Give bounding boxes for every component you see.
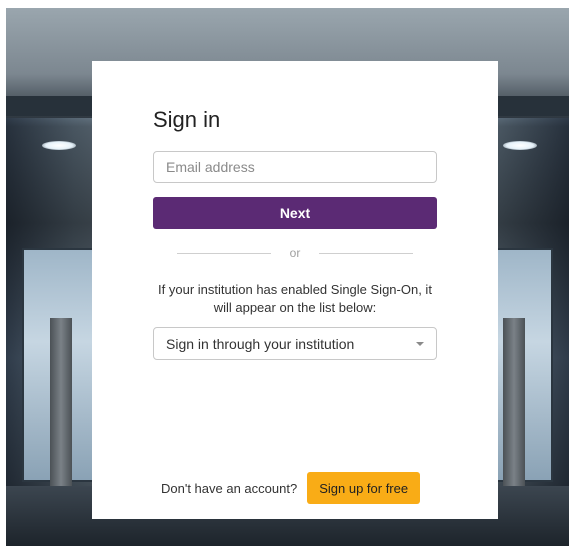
email-field[interactable] [153, 151, 437, 183]
institution-select-label: Sign in through your institution [166, 335, 355, 352]
background-pillar-left [50, 318, 72, 488]
page-title: Sign in [153, 107, 221, 132]
next-button[interactable]: Next [153, 197, 437, 229]
chevron-down-icon [416, 341, 424, 346]
ceiling-lamp-left [42, 141, 76, 150]
signin-card: Sign in Next or If your institution has … [92, 61, 498, 519]
signup-footer: Don't have an account? Sign up for free [161, 472, 421, 504]
sso-instructions: If your institution has enabled Single S… [158, 282, 432, 315]
ceiling-lamp-right [503, 141, 537, 150]
institution-select[interactable]: Sign in through your institution [153, 327, 437, 360]
background-pillar-right [503, 318, 525, 488]
divider-line-right [319, 253, 413, 254]
signup-prompt: Don't have an account? [161, 480, 298, 496]
signup-button[interactable]: Sign up for free [307, 472, 421, 504]
or-divider: or [177, 246, 413, 260]
